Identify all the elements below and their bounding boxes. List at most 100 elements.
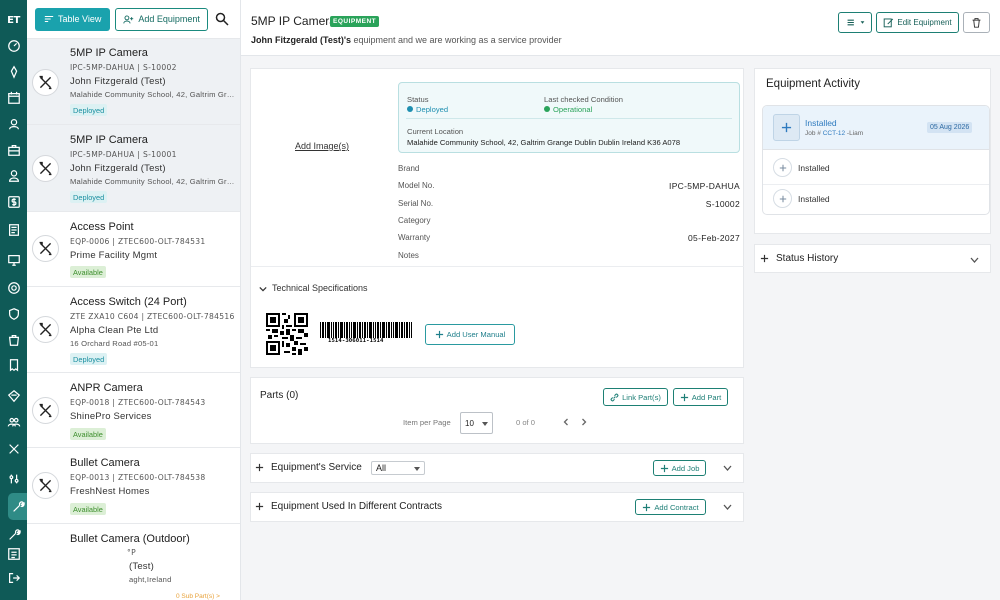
wrench-icon[interactable]: [5, 526, 22, 543]
dashboard-icon[interactable]: [5, 37, 22, 54]
equipment-list-item[interactable]: 5MP IP Camera IPC-5MP-DAHUA | S-10001 Jo…: [27, 125, 240, 212]
add-image-link[interactable]: Add Image(s): [295, 141, 349, 151]
tools-icon: [32, 472, 59, 499]
qr-code: [266, 313, 308, 355]
equipment-icon[interactable]: [9, 498, 26, 515]
parts-card: [250, 377, 744, 444]
activity-item[interactable]: Installed Job # CCT-12 -Liam 05 Aug 2026: [763, 106, 989, 150]
table-view-button[interactable]: Table View: [35, 7, 111, 31]
equipment-list-item[interactable]: ANPR Camera EQP-0018 | ZTEC600-OLT-78454…: [27, 373, 240, 448]
monitor-icon[interactable]: [5, 251, 22, 268]
calendar-icon[interactable]: [5, 89, 22, 106]
activity-label: Installed: [805, 118, 837, 128]
link-icon: [610, 393, 619, 401]
add-contract-label: Add Contract: [654, 502, 699, 512]
status-summary: Status Deployed Last checked Condition O…: [398, 82, 740, 153]
add-job-button[interactable]: Add Job: [653, 460, 706, 476]
chevron-down-icon[interactable]: [723, 465, 732, 471]
shield-icon[interactable]: [5, 305, 22, 322]
tools-icon: [32, 69, 59, 96]
equipment-owner: Prime Facility Mgmt: [70, 250, 158, 261]
spec-label-warranty: Warranty: [398, 233, 431, 242]
link-parts-label: Link Part(s): [622, 392, 661, 402]
activity-label[interactable]: Installed: [798, 163, 830, 173]
chevron-down-icon[interactable]: [723, 504, 732, 510]
invoice-icon[interactable]: [5, 356, 22, 373]
settings-icon[interactable]: [5, 470, 22, 487]
plus-icon: [643, 503, 651, 511]
trash-icon: [972, 18, 981, 28]
list-toolbar: Table View Add Equipment: [27, 0, 240, 39]
document-icon[interactable]: [5, 221, 22, 238]
page-header: 5MP IP Camera EQUIPMENT John Fitzgerald …: [241, 0, 1000, 56]
team-icon[interactable]: [5, 413, 22, 430]
subtitle-owner: John Fitzgerald (Test)'s: [251, 35, 351, 45]
equipment-name: Access Point: [70, 221, 134, 233]
list-icon[interactable]: [5, 545, 22, 562]
equipment-list-item[interactable]: Bullet Camera (Outdoor) °P (Test) aght,I…: [27, 524, 240, 600]
equipment-owner: FreshNest Homes: [70, 486, 150, 497]
add-part-button[interactable]: Add Part: [673, 388, 728, 406]
equipment-list-item[interactable]: 5MP IP Camera IPC-5MP-DAHUA | S-10002 Jo…: [27, 39, 240, 125]
menu-dropdown-button[interactable]: [838, 12, 872, 33]
equipment-owner: John Fitzgerald (Test): [70, 76, 166, 87]
edit-equipment-label: Edit Equipment: [897, 18, 952, 27]
logout-icon[interactable]: [5, 569, 22, 586]
edit-icon: [884, 18, 894, 28]
equipment-owner: John Fitzgerald (Test): [70, 163, 166, 174]
chevron-down-icon[interactable]: [970, 257, 979, 263]
support-icon[interactable]: [5, 279, 22, 296]
job-suffix: -Liam: [845, 130, 864, 137]
plus-icon: [435, 330, 443, 339]
app-logo[interactable]: ET: [4, 9, 23, 31]
add-part-label: Add Part: [691, 392, 722, 402]
user-icon[interactable]: [5, 167, 22, 184]
bag-icon[interactable]: [5, 331, 22, 348]
search-icon[interactable]: [215, 12, 229, 26]
users-icon[interactable]: [5, 115, 22, 132]
chevron-left-icon[interactable]: [562, 418, 570, 426]
status-history-card[interactable]: Status History: [754, 244, 991, 273]
equipment-address: Malahide Community School, 42, Galtrim G…: [70, 90, 236, 99]
equipment-activity-title: Equipment Activity: [766, 78, 860, 90]
technical-specifications-toggle[interactable]: Technical Specifications: [251, 266, 744, 310]
contracts-title: Equipment Used In Different Contracts: [271, 501, 443, 512]
equipment-name: 5MP IP Camera: [70, 47, 148, 59]
tools-icon: [32, 316, 59, 343]
barcode-number: 1514-306011-1514: [328, 338, 384, 344]
condition-label: Last checked Condition: [544, 95, 623, 104]
badge-icon[interactable]: [5, 387, 22, 404]
add-contract-button[interactable]: Add Contract: [635, 499, 706, 515]
status-value: Deployed: [416, 105, 449, 114]
equipment-address: aght,Ireland: [129, 575, 172, 584]
items-per-page-select[interactable]: 10: [460, 412, 493, 434]
menu-icon: [847, 19, 854, 26]
add-equipment-button[interactable]: Add Equipment: [115, 7, 208, 31]
spec-label-brand: Brand: [398, 164, 420, 173]
add-user-manual-button[interactable]: Add User Manual: [425, 324, 515, 345]
chevron-right-icon[interactable]: [580, 418, 588, 426]
activity-timeline: Installed Job # CCT-12 -Liam 05 Aug 2026…: [762, 105, 990, 215]
add-user-icon: [123, 14, 134, 24]
activity-date: 05 Aug 2026: [927, 122, 973, 133]
activity-label[interactable]: Installed: [798, 194, 830, 204]
service-filter-select[interactable]: All: [371, 461, 425, 475]
sub-parts-link[interactable]: 0 Sub Part(s) >: [176, 593, 220, 600]
plus-icon: [660, 464, 668, 472]
page-title: 5MP IP Camera: [251, 14, 336, 28]
subtitle-text: equipment and we are working as a servic…: [350, 35, 562, 45]
location-value: Malahide Community School, 42, Galtrim G…: [407, 138, 681, 147]
delete-button[interactable]: [963, 12, 990, 33]
edit-equipment-button[interactable]: Edit Equipment: [876, 12, 959, 33]
equipment-list-item[interactable]: Access Switch (24 Port) ZTE ZXA10 C604 |…: [27, 287, 240, 373]
job-code-link[interactable]: CCT-12: [823, 130, 845, 137]
link-parts-button[interactable]: Link Part(s): [603, 388, 668, 406]
technical-specifications-label: Technical Specifications: [272, 283, 368, 293]
tools-icon[interactable]: [5, 440, 22, 457]
equipment-list-item[interactable]: Access Point EQP-0006 | ZTEC600-OLT-7845…: [27, 212, 240, 287]
briefcase-icon[interactable]: [5, 141, 22, 158]
app-rail: ET: [0, 0, 27, 600]
dollar-icon[interactable]: [5, 193, 22, 210]
equipment-list-item[interactable]: Bullet Camera EQP-0013 | ZTEC600-OLT-784…: [27, 448, 240, 524]
pin-icon[interactable]: [5, 63, 22, 80]
